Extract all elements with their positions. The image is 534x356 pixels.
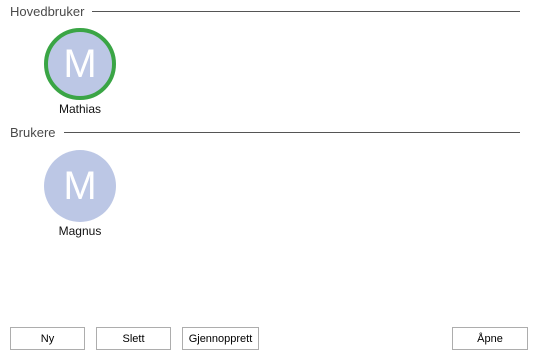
main-user-section-header: Hovedbruker: [10, 3, 520, 19]
user-tile-magnus[interactable]: M Magnus: [35, 150, 125, 238]
users-section-header: Brukere: [10, 124, 520, 140]
avatar[interactable]: M: [44, 150, 116, 222]
section-divider: [63, 131, 520, 133]
section-divider: [92, 10, 520, 12]
avatar-initial: M: [63, 41, 97, 86]
delete-button[interactable]: Slett: [96, 327, 171, 350]
user-name: Magnus: [58, 224, 102, 238]
avatar[interactable]: M: [44, 28, 116, 100]
user-tile-main[interactable]: M Mathias: [35, 28, 125, 116]
restore-button[interactable]: Gjennopprett: [182, 327, 259, 350]
main-user-section-title: Hovedbruker: [10, 3, 85, 19]
new-button[interactable]: Ny: [10, 327, 85, 350]
open-button[interactable]: Åpne: [452, 327, 528, 350]
user-name: Mathias: [58, 102, 102, 116]
users-section-title: Brukere: [10, 124, 56, 140]
avatar-initial: M: [63, 163, 97, 208]
